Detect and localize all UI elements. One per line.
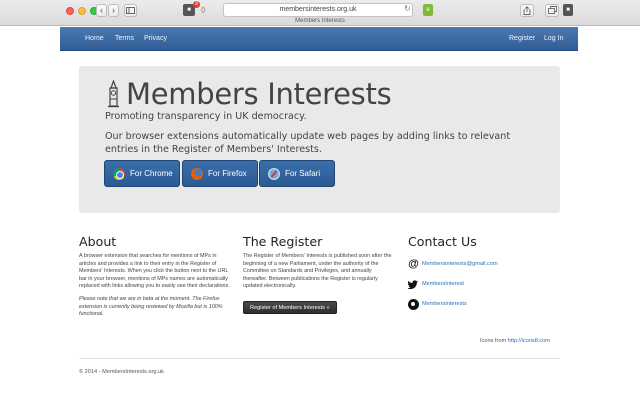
- github-icon: [408, 298, 419, 310]
- nav-terms[interactable]: Terms: [115, 27, 134, 51]
- tab-title[interactable]: Members Interests: [0, 17, 640, 25]
- register-heading: The Register: [243, 234, 323, 249]
- hero-section: Members Interests Promoting transparency…: [79, 66, 560, 213]
- twitter-link[interactable]: MembersInterest: [422, 281, 464, 287]
- register-text: The Register of Members' Interests is pu…: [243, 253, 392, 290]
- page-title: Members Interests: [126, 77, 392, 111]
- reload-icon[interactable]: ↻: [404, 3, 411, 15]
- tabs-icon: [547, 6, 557, 14]
- nav-home[interactable]: Home: [85, 27, 104, 51]
- site-navbar: Home Terms Privacy Register Log In: [60, 27, 578, 51]
- contact-section: Contact Us @ Membersinterests@gmail.com …: [408, 234, 560, 310]
- nav-login[interactable]: Log In: [544, 27, 563, 51]
- forward-button[interactable]: ›: [108, 4, 119, 17]
- members-interests-extension-icon[interactable]: ■: [563, 4, 573, 16]
- chrome-download-button[interactable]: For Chrome: [104, 160, 180, 187]
- hero-description: Our browser extensions automatically upd…: [105, 131, 511, 155]
- safari-button-label: For Safari: [285, 169, 321, 178]
- register-section: The Register The Register of Members' In…: [243, 234, 395, 314]
- back-icon: ‹: [100, 5, 103, 15]
- firefox-button-label: For Firefox: [208, 169, 247, 178]
- contact-github-row: MembersInterests: [408, 298, 560, 310]
- footer-divider: [79, 358, 560, 359]
- share-icon: [523, 6, 531, 15]
- forward-icon: ›: [112, 5, 115, 15]
- about-section: About A browser extension that searches …: [79, 234, 231, 324]
- at-sign-icon: @: [408, 257, 419, 270]
- evernote-icon[interactable]: e: [423, 4, 433, 16]
- chrome-icon: [113, 167, 125, 180]
- url-text: membersinterests.org.uk: [279, 6, 357, 13]
- firefox-icon: [191, 167, 203, 180]
- tabs-button[interactable]: [545, 4, 559, 17]
- back-button[interactable]: ‹: [96, 4, 107, 17]
- extension-icon: ■: [187, 7, 191, 13]
- register-link-button[interactable]: Register of Members Interests »: [243, 300, 337, 314]
- safari-download-button[interactable]: For Safari: [259, 160, 335, 187]
- beta-note: Please note that we are in beta at the m…: [79, 295, 223, 318]
- credit-prefix: Icons from: [480, 338, 508, 344]
- contact-email-row: @ Membersinterests@gmail.com: [408, 258, 560, 270]
- hero-subtitle: Promoting transparency in UK democracy.: [105, 111, 307, 122]
- nav-privacy[interactable]: Privacy: [144, 27, 167, 51]
- extension-button[interactable]: ■ 3: [183, 1, 200, 16]
- contact-heading: Contact Us: [408, 234, 477, 249]
- sidebar-button[interactable]: [124, 4, 137, 17]
- github-link[interactable]: MembersInterests: [422, 301, 467, 307]
- share-button[interactable]: [520, 4, 534, 17]
- safari-icon: [268, 167, 280, 180]
- nav-register[interactable]: Register: [509, 27, 535, 51]
- about-text: A browser extension that searches for me…: [79, 253, 230, 290]
- hero-title-row: Members Interests: [105, 77, 392, 111]
- twitter-icon: [408, 279, 419, 289]
- browser-toolbar: ‹ › ■ 3 ◊ membersinterests.org.uk ↻ e ■ …: [0, 0, 640, 26]
- about-heading: About: [79, 234, 117, 249]
- email-link[interactable]: Membersinterests@gmail.com: [422, 261, 498, 267]
- minimize-window-button[interactable]: [78, 7, 86, 15]
- firefox-download-button[interactable]: For Firefox: [182, 160, 258, 187]
- footer-copyright: © 2014 - MembersInterests.org.uk: [79, 369, 164, 375]
- extension-badge-count: 3: [192, 1, 200, 8]
- url-bar[interactable]: membersinterests.org.uk: [223, 3, 413, 17]
- contact-twitter-row: MembersInterest: [408, 278, 560, 290]
- icons8-link[interactable]: http://icons8.com: [508, 338, 550, 344]
- chrome-button-label: For Chrome: [130, 169, 173, 178]
- big-ben-icon: [108, 80, 119, 108]
- close-window-button[interactable]: [66, 7, 74, 15]
- droplet-icon[interactable]: ◊: [201, 4, 211, 16]
- sidebar-icon: [126, 7, 135, 14]
- icons-credit: Icons from http://icons8.com: [480, 338, 550, 344]
